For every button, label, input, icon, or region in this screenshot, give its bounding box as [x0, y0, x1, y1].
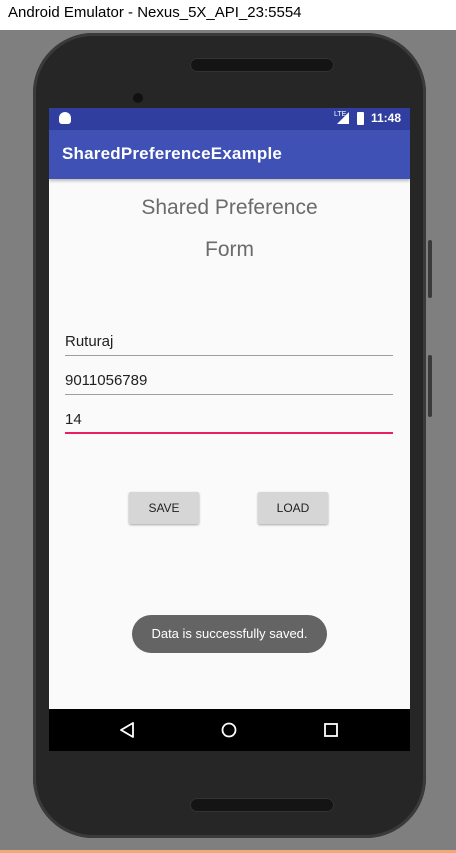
- battery-icon: [357, 112, 364, 125]
- load-button[interactable]: LOAD: [258, 492, 328, 524]
- save-button[interactable]: SAVE: [129, 492, 199, 524]
- status-time: 11:48: [371, 111, 402, 125]
- toast-message: Data is successfully saved.: [132, 615, 327, 653]
- age-field[interactable]: [65, 406, 393, 434]
- window-title: Android Emulator - Nexus_5X_API_23:5554: [0, 0, 456, 30]
- phone-field[interactable]: [65, 367, 393, 395]
- device-screen: LTE 11:48 SharedPreferenceExample Shared…: [49, 108, 410, 751]
- camera-icon: [133, 93, 143, 103]
- back-icon[interactable]: [97, 709, 157, 751]
- power-button[interactable]: [428, 355, 432, 417]
- status-bar: LTE 11:48: [49, 108, 410, 130]
- bottom-speaker: [190, 798, 334, 812]
- app-title: SharedPreferenceExample: [62, 144, 283, 163]
- recents-icon[interactable]: [301, 709, 361, 751]
- name-field[interactable]: [65, 328, 393, 356]
- form-title-line2: Form: [205, 238, 254, 261]
- navigation-bar: [49, 709, 410, 751]
- top-speaker: [190, 58, 334, 72]
- network-label: LTE: [334, 111, 347, 118]
- form-title-line1: Shared Preference: [141, 196, 318, 219]
- home-icon[interactable]: [199, 709, 259, 751]
- android-icon: [59, 112, 71, 124]
- app-bar: SharedPreferenceExample: [49, 130, 410, 179]
- volume-button[interactable]: [428, 240, 432, 298]
